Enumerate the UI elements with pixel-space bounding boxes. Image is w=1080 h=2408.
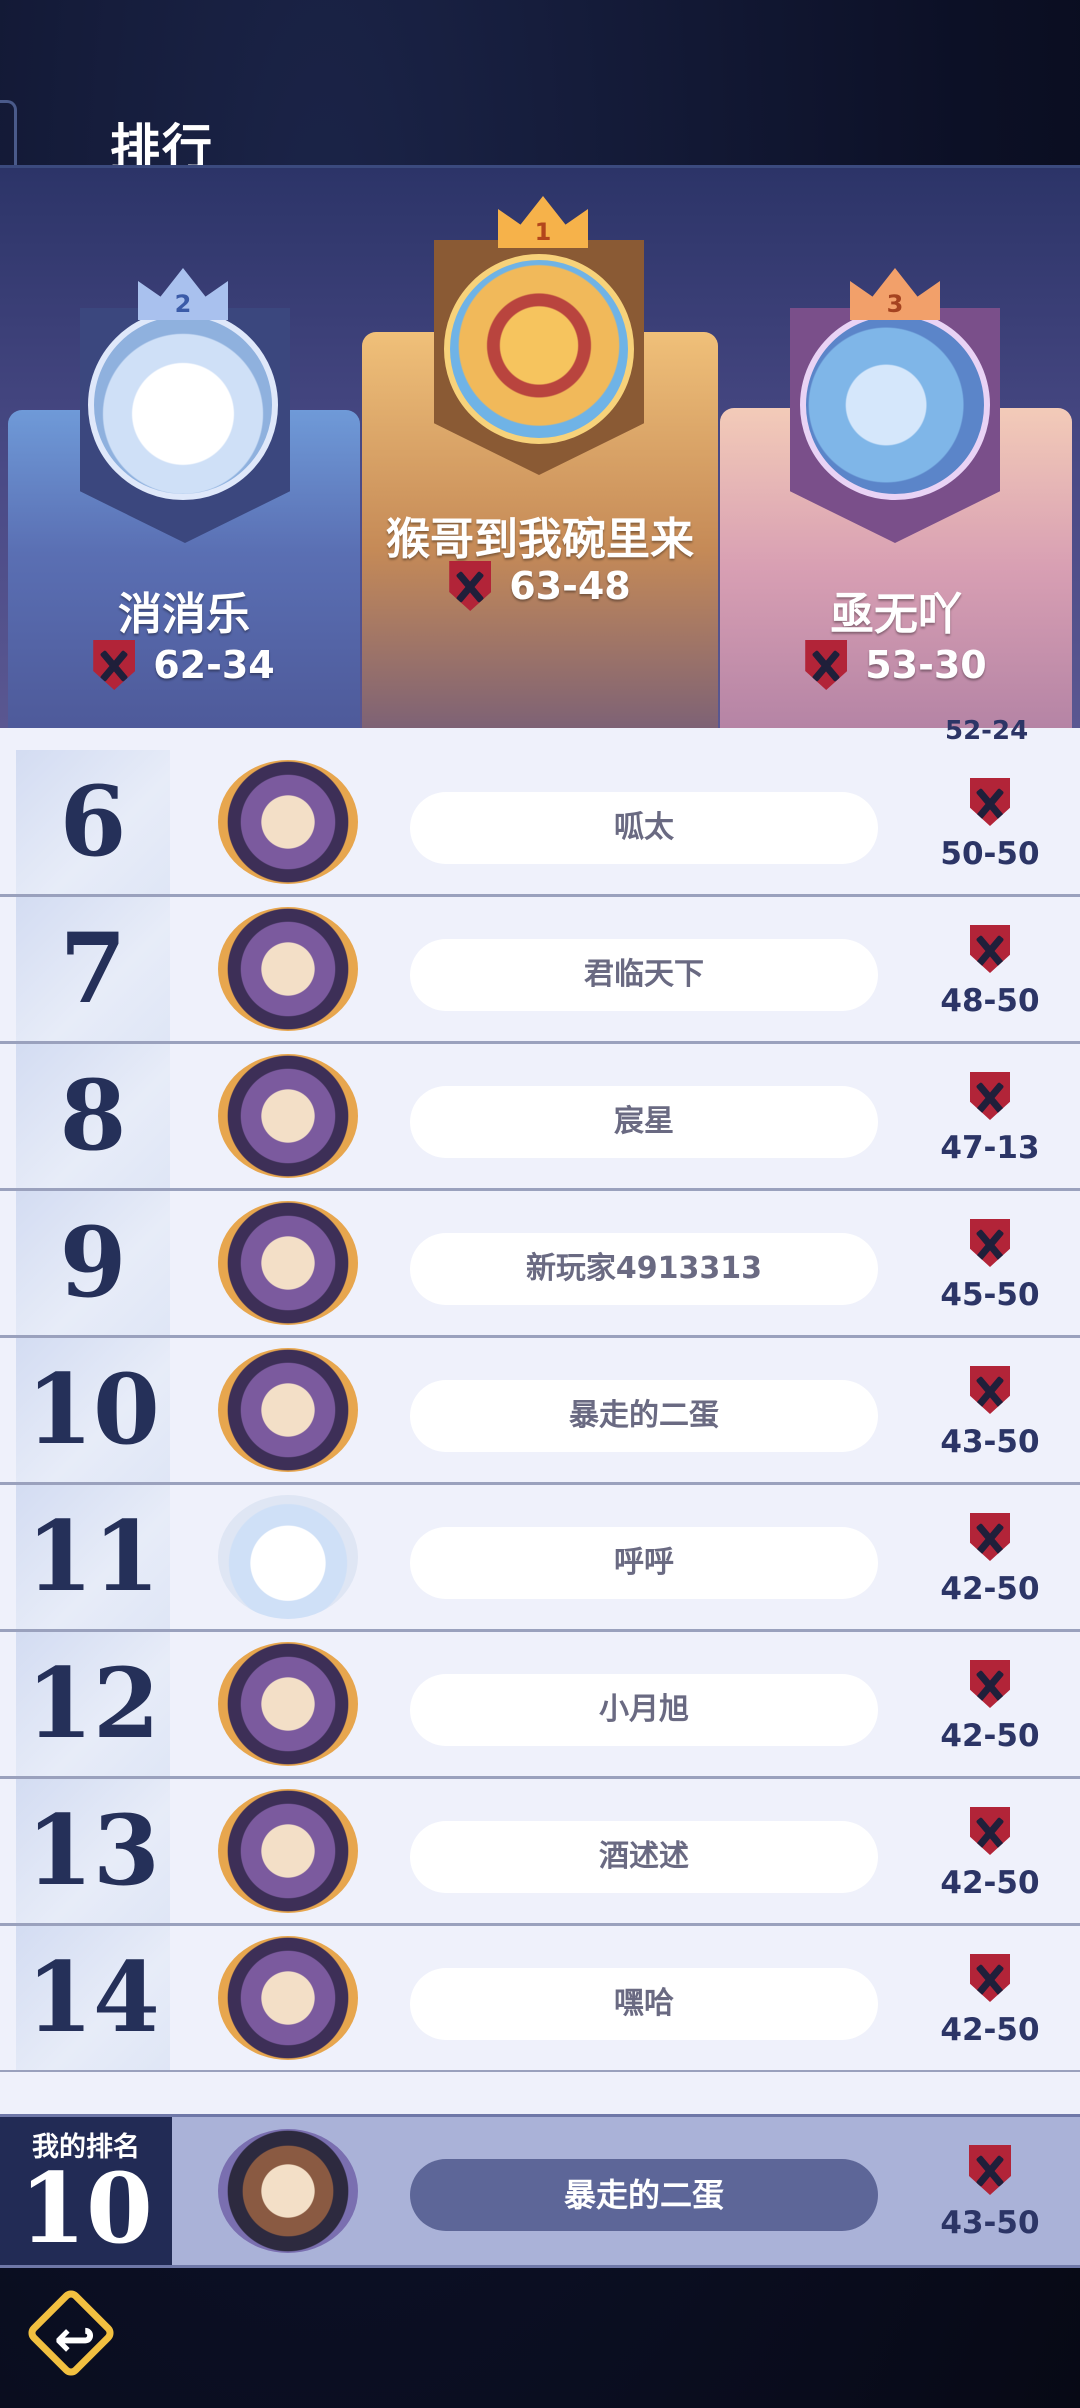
player-score: 53-30 [720, 640, 1072, 690]
rank-number: 10 [26, 1353, 160, 1466]
player-name: 暴走的二蛋 [410, 1380, 878, 1452]
crossed-swords-shield-icon [970, 1072, 1010, 1120]
player-score: 45-50 [930, 1219, 1050, 1313]
player-name: 君临天下 [410, 939, 878, 1011]
table-row[interactable]: 9 新玩家4913313 45-50 [0, 1191, 1080, 1338]
silver-crown-icon: 2 [138, 268, 228, 320]
my-rank-bar[interactable]: 我的排名 10 暴走的二蛋 43-50 [0, 2114, 1080, 2268]
player-score: 48-50 [930, 925, 1050, 1019]
gold-crown-icon: 1 [498, 196, 588, 248]
score-text: 53-30 [865, 643, 987, 687]
table-row[interactable]: 11 呼呼 42-50 [0, 1485, 1080, 1632]
score-text: 42-50 [940, 1865, 1040, 1901]
crossed-swords-shield-icon [970, 1954, 1010, 2002]
score-text: 50-50 [940, 836, 1040, 872]
rank-number: 9 [59, 1206, 127, 1319]
table-row[interactable]: 12 小月旭 42-50 [0, 1632, 1080, 1779]
score-text: 42-50 [940, 2012, 1040, 2048]
avatar[interactable] [218, 1789, 358, 1913]
avatar[interactable] [444, 254, 634, 444]
player-name: 猴哥到我碗里来 [386, 514, 694, 565]
crossed-swords-shield-icon [970, 1660, 1010, 1708]
avatar[interactable] [218, 1642, 358, 1766]
player-score: 42-50 [930, 1513, 1050, 1607]
bronze-crown-icon: 3 [850, 268, 940, 320]
score-text: 52-24 [945, 716, 1029, 746]
rank-number: 12 [26, 1647, 160, 1760]
score-text: 42-50 [940, 1718, 1040, 1754]
avatar[interactable] [800, 310, 990, 500]
avatar[interactable] [218, 907, 358, 1031]
rank-number: 13 [26, 1794, 160, 1907]
player-score: 50-50 [930, 778, 1050, 872]
avatar[interactable] [218, 1054, 358, 1178]
score-text: 42-50 [940, 1571, 1040, 1607]
my-rank-number: 10 [19, 2152, 153, 2265]
player-name: 酒述述 [410, 1821, 878, 1893]
crossed-swords-shield-icon [970, 925, 1010, 973]
table-row[interactable]: 13 酒述述 42-50 [0, 1779, 1080, 1926]
crossed-swords-shield-icon [93, 640, 136, 690]
player-name: 宸星 [410, 1086, 878, 1158]
rank-number: 11 [26, 1500, 160, 1613]
score-text: 62-34 [153, 643, 275, 687]
crossed-swords-shield-icon [970, 1219, 1010, 1267]
rank-number: 6 [59, 765, 127, 878]
back-arrow-icon: ↩ [54, 2310, 96, 2368]
player-score: 62-34 [8, 640, 360, 690]
player-name: 呼呼 [410, 1527, 878, 1599]
player-score: 47-13 [930, 1072, 1050, 1166]
score-text: 45-50 [940, 1277, 1040, 1313]
crossed-swords-shield-icon [449, 561, 492, 611]
score-text: 48-50 [940, 983, 1040, 1019]
back-button[interactable]: ↩ [24, 2286, 118, 2380]
player-name: 消消乐 [118, 589, 250, 640]
avatar[interactable] [88, 310, 278, 500]
avatar[interactable] [218, 1201, 358, 1325]
avatar[interactable] [218, 1348, 358, 1472]
rank-number: 8 [59, 1059, 127, 1172]
table-row-partial[interactable] [0, 2072, 1080, 2116]
avatar[interactable] [218, 2129, 358, 2253]
avatar[interactable] [218, 1495, 358, 1619]
player-score: 42-50 [930, 1954, 1050, 2048]
table-row[interactable]: 6 呱太 50-50 [0, 750, 1080, 897]
crossed-swords-shield-icon [970, 1807, 1010, 1855]
player-score: 42-50 [930, 1807, 1050, 1901]
player-score: 42-50 [930, 1660, 1050, 1754]
podium: 2 消消乐 62-34 1 猴哥到我碗里来 63-48 3 亟无吖 53-30 [0, 168, 1080, 728]
avatar[interactable] [218, 760, 358, 884]
crossed-swords-shield-icon [805, 640, 848, 690]
player-score: 63-48 [362, 561, 718, 611]
table-row[interactable]: 8 宸星 47-13 [0, 1044, 1080, 1191]
score-text: 43-50 [940, 1424, 1040, 1460]
avatar[interactable] [218, 1936, 358, 2060]
player-score: 43-50 [930, 1366, 1050, 1460]
crossed-swords-shield-icon [970, 778, 1010, 826]
score-text: 63-48 [509, 564, 631, 608]
table-row[interactable]: 14 嘿哈 42-50 [0, 1926, 1080, 2073]
player-name: 小月旭 [410, 1674, 878, 1746]
player-name: 呱太 [410, 792, 878, 864]
score-text: 47-13 [940, 1130, 1040, 1166]
player-score: 43-50 [930, 2145, 1050, 2241]
table-row[interactable]: 10 暴走的二蛋 43-50 [0, 1338, 1080, 1485]
player-name: 亟无吖 [830, 589, 962, 640]
rank-number: 7 [59, 912, 127, 1025]
player-name: 新玩家4913313 [410, 1233, 878, 1305]
player-name: 暴走的二蛋 [410, 2159, 878, 2231]
crossed-swords-shield-icon [969, 2145, 1011, 2195]
table-row[interactable]: 7 君临天下 48-50 [0, 897, 1080, 1044]
crossed-swords-shield-icon [970, 1513, 1010, 1561]
player-name: 嘿哈 [410, 1968, 878, 2040]
score-text: 43-50 [940, 2205, 1040, 2241]
crossed-swords-shield-icon [970, 1366, 1010, 1414]
rank-number: 14 [26, 1941, 160, 2054]
